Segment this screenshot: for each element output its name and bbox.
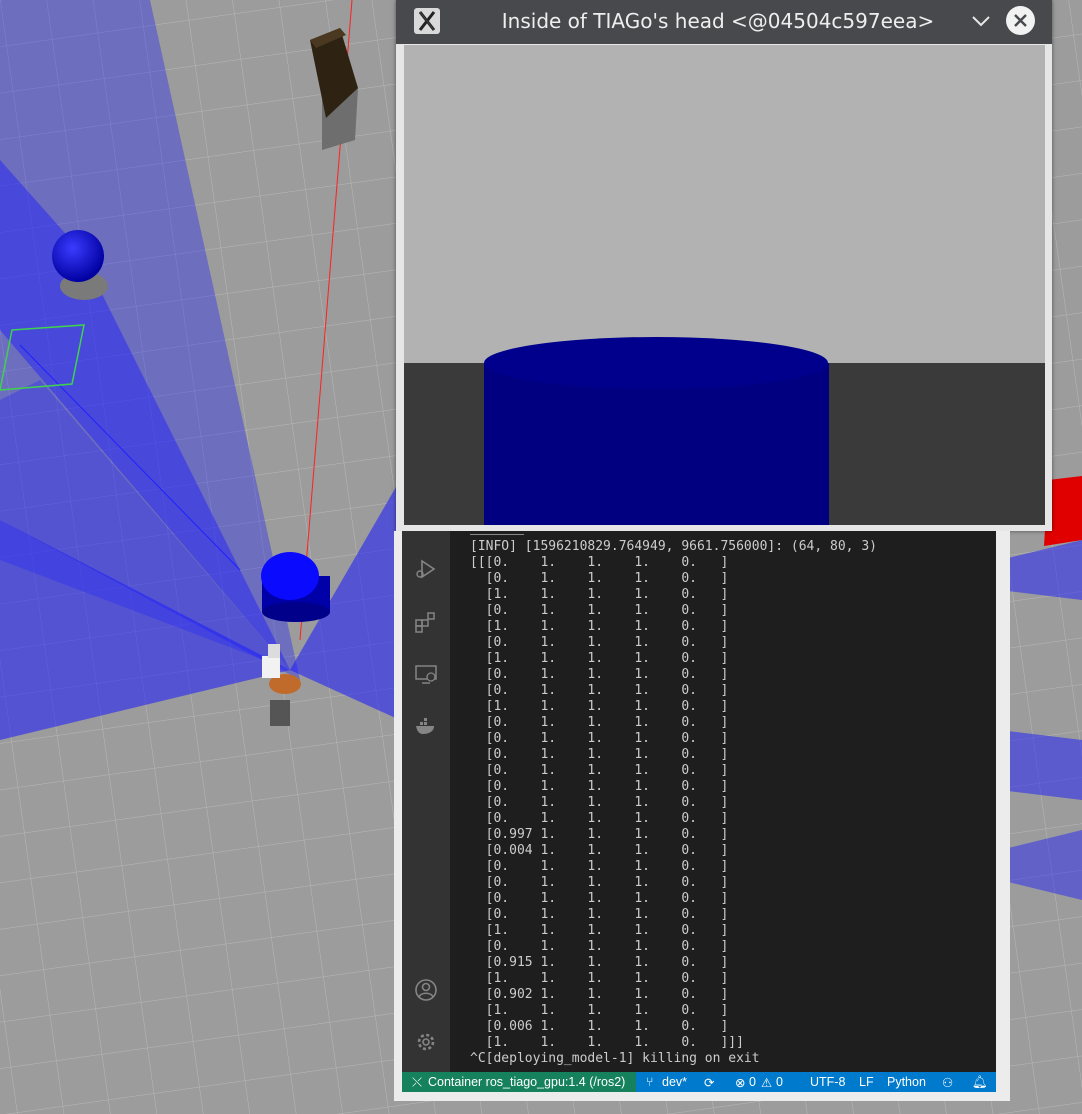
terminal-line: [0.997 1. 1. 1. 0. ] [470, 827, 729, 842]
extensions-icon[interactable] [414, 610, 438, 634]
vscode-window[interactable]: [INFO] [1596210829.764949, 9661.756000]:… [394, 531, 1010, 1101]
error-count[interactable]: 0 [749, 1075, 756, 1089]
terminal-line: [1. 1. 1. 1. 0. ] [470, 699, 729, 714]
eol-label[interactable]: LF [859, 1075, 874, 1089]
camera-window-titlebar[interactable]: Inside of TIAGo's head <@04504c597eea> [396, 0, 1052, 44]
terminal-line: [0. 1. 1. 1. 0. ] [470, 907, 729, 922]
terminal-line: [1. 1. 1. 1. 0. ] [470, 619, 729, 634]
blue-sphere-object [52, 230, 104, 282]
close-icon[interactable] [1006, 6, 1035, 35]
terminal-line: [1. 1. 1. 1. 0. ] [470, 1003, 729, 1018]
warning-count[interactable]: 0 [776, 1075, 783, 1089]
live-share-icon[interactable]: ⚇ [942, 1075, 953, 1090]
terminal-line: [1. 1. 1. 1. 0. ] [470, 971, 729, 986]
terminal-line: [0. 1. 1. 1. 0. ] [470, 779, 729, 794]
terminal-line: [0.902 1. 1. 1. 0. ] [470, 987, 729, 1002]
terminal-line: [0. 1. 1. 1. 0. ] [470, 635, 729, 650]
terminal-line: [0. 1. 1. 1. 0. ] [470, 763, 729, 778]
terminal-line: [0.915 1. 1. 1. 0. ] [470, 955, 729, 970]
sync-icon[interactable]: ⟳ [704, 1075, 714, 1090]
activity-bar [402, 531, 450, 1072]
terminal-line: [1. 1. 1. 1. 0. ] [470, 651, 729, 666]
terminal-line: [0. 1. 1. 1. 0. ] [470, 667, 729, 682]
terminal-line: [0.004 1. 1. 1. 0. ] [470, 843, 729, 858]
branch-label[interactable]: dev* [662, 1075, 687, 1089]
terminal-line: [[[0. 1. 1. 1. 0. ] [470, 555, 729, 570]
error-icon: ⊗ [735, 1076, 746, 1090]
camera-image-view [404, 45, 1045, 525]
terminal-line: ^C[deploying_model-1] killing on exit [470, 1051, 760, 1066]
remote-label: Container ros_tiago_gpu:1.4 (/ros2) [428, 1075, 626, 1089]
remote-indicator[interactable]: ⤬ Container ros_tiago_gpu:1.4 (/ros2) [402, 1072, 636, 1092]
camera-window-title: Inside of TIAGo's head <@04504c597eea> [501, 9, 935, 33]
x11-icon [414, 8, 440, 34]
remote-icon: ⤬ [412, 1075, 423, 1089]
terminal-line: [0. 1. 1. 1. 0. ] [470, 795, 729, 810]
branch-icon: ⑂ [646, 1075, 654, 1089]
encoding-label[interactable]: UTF-8 [810, 1075, 845, 1089]
account-icon[interactable] [414, 978, 438, 1002]
camera-window[interactable]: Inside of TIAGo's head <@04504c597eea> [396, 0, 1052, 531]
terminal-line: [1. 1. 1. 1. 0. ] [470, 923, 729, 938]
terminal-line: [1. 1. 1. 1. 0. ] [470, 587, 729, 602]
docker-icon[interactable] [414, 714, 438, 738]
terminal-divider [470, 534, 524, 535]
terminal-line: [0. 1. 1. 1. 0. ] [470, 811, 729, 826]
notifications-bell-icon[interactable]: 🔔︎ [972, 1075, 988, 1090]
language-label[interactable]: Python [887, 1075, 926, 1089]
terminal-line: [0. 1. 1. 1. 0. ] [470, 571, 729, 586]
terminal-line: [0. 1. 1. 1. 0. ] [470, 747, 729, 762]
camera-cylinder-object [484, 337, 829, 525]
run-debug-icon[interactable] [414, 557, 438, 581]
terminal-line: [0. 1. 1. 1. 0. ] [470, 603, 729, 618]
terminal-line: [0. 1. 1. 1. 0. ] [470, 859, 729, 874]
chevron-down-icon[interactable] [970, 10, 992, 32]
status-bar: ⤬ Container ros_tiago_gpu:1.4 (/ros2) ⑂ … [402, 1072, 996, 1092]
terminal-line: [1. 1. 1. 1. 0. ]]] [470, 1035, 744, 1050]
terminal-line: [0. 1. 1. 1. 0. ] [470, 731, 729, 746]
terminal-line: [0.006 1. 1. 1. 0. ] [470, 1019, 729, 1034]
terminal-panel[interactable]: [INFO] [1596210829.764949, 9661.756000]:… [450, 531, 996, 1072]
remote-explorer-icon[interactable] [414, 662, 438, 686]
terminal-line: [0. 1. 1. 1. 0. ] [470, 891, 729, 906]
terminal-line: [0. 1. 1. 1. 0. ] [470, 683, 729, 698]
settings-gear-icon[interactable] [414, 1030, 438, 1054]
terminal-line: [0. 1. 1. 1. 0. ] [470, 939, 729, 954]
warning-icon: ⚠ [761, 1076, 773, 1090]
terminal-line: [0. 1. 1. 1. 0. ] [470, 875, 729, 890]
terminal-line: [0. 1. 1. 1. 0. ] [470, 715, 729, 730]
terminal-line: [INFO] [1596210829.764949, 9661.756000]:… [470, 539, 877, 554]
terminal-output: [INFO] [1596210829.764949, 9661.756000]:… [470, 539, 877, 1067]
